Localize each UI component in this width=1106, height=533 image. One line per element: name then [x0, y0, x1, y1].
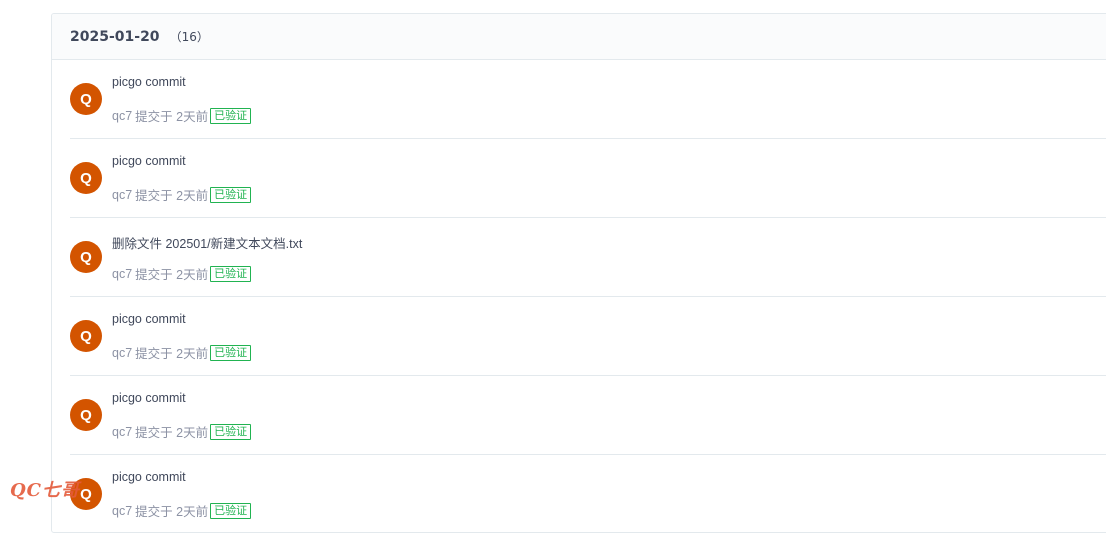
verified-badge: 已验证	[210, 423, 252, 440]
submitted-time: 提交于 2天前	[135, 268, 209, 282]
commit-message-link[interactable]: 删除文件 202501/新建文本文档.txt	[112, 233, 302, 252]
submitted-time: 提交于 2天前	[135, 110, 209, 124]
avatar[interactable]: Q	[70, 399, 102, 431]
commit-count: （16）	[169, 30, 209, 44]
author-link[interactable]: qc7	[112, 188, 132, 202]
commit-group-panel: 2025-01-20 （16） Q picgo commit qc7 提交于 2…	[51, 13, 1106, 533]
submitted-time: 提交于 2天前	[135, 426, 209, 440]
commit-row[interactable]: Q picgo commit qc7 提交于 2天前 已验证	[70, 60, 1106, 139]
author-link[interactable]: qc7	[112, 346, 132, 360]
commit-row[interactable]: Q picgo commit qc7 提交于 2天前 已验证	[70, 297, 1106, 376]
commit-message-link[interactable]: picgo commit	[112, 312, 186, 326]
commit-message-link[interactable]: picgo commit	[112, 391, 186, 405]
commit-message-link[interactable]: picgo commit	[112, 75, 186, 89]
verified-badge: 已验证	[210, 107, 252, 124]
commit-message-link[interactable]: picgo commit	[112, 154, 186, 168]
watermark-logo: QC七哥	[10, 480, 81, 501]
verified-badge: 已验证	[210, 186, 252, 203]
commit-meta: qc7 提交于 2天前 已验证	[112, 343, 252, 362]
commit-meta: qc7 提交于 2天前 已验证	[112, 264, 252, 283]
commit-meta: qc7 提交于 2天前 已验证	[112, 185, 252, 204]
commit-row[interactable]: Q 删除文件 202501/新建文本文档.txt qc7 提交于 2天前 已验证	[70, 218, 1106, 297]
commit-date: 2025-01-20	[70, 28, 160, 45]
commit-row[interactable]: Q picgo commit qc7 提交于 2天前 已验证	[70, 139, 1106, 218]
submitted-time: 提交于 2天前	[135, 505, 209, 519]
avatar[interactable]: Q	[70, 162, 102, 194]
verified-badge: 已验证	[210, 344, 252, 361]
submitted-time: 提交于 2天前	[135, 347, 209, 361]
author-link[interactable]: qc7	[112, 267, 132, 281]
author-link[interactable]: qc7	[112, 504, 132, 518]
author-link[interactable]: qc7	[112, 425, 132, 439]
commit-meta: qc7 提交于 2天前 已验证	[112, 422, 252, 441]
verified-badge: 已验证	[210, 265, 252, 282]
avatar[interactable]: Q	[70, 320, 102, 352]
commit-meta: qc7 提交于 2天前 已验证	[112, 501, 252, 520]
author-link[interactable]: qc7	[112, 109, 132, 123]
commit-row[interactable]: Q picgo commit qc7 提交于 2天前 已验证	[70, 455, 1106, 532]
submitted-time: 提交于 2天前	[135, 189, 209, 203]
commit-message-link[interactable]: picgo commit	[112, 470, 186, 484]
avatar[interactable]: Q	[70, 241, 102, 273]
avatar[interactable]: Q	[70, 83, 102, 115]
verified-badge: 已验证	[210, 502, 252, 519]
commit-meta: qc7 提交于 2天前 已验证	[112, 106, 252, 125]
commit-group-header: 2025-01-20 （16）	[52, 14, 1106, 60]
commit-row[interactable]: Q picgo commit qc7 提交于 2天前 已验证	[70, 376, 1106, 455]
